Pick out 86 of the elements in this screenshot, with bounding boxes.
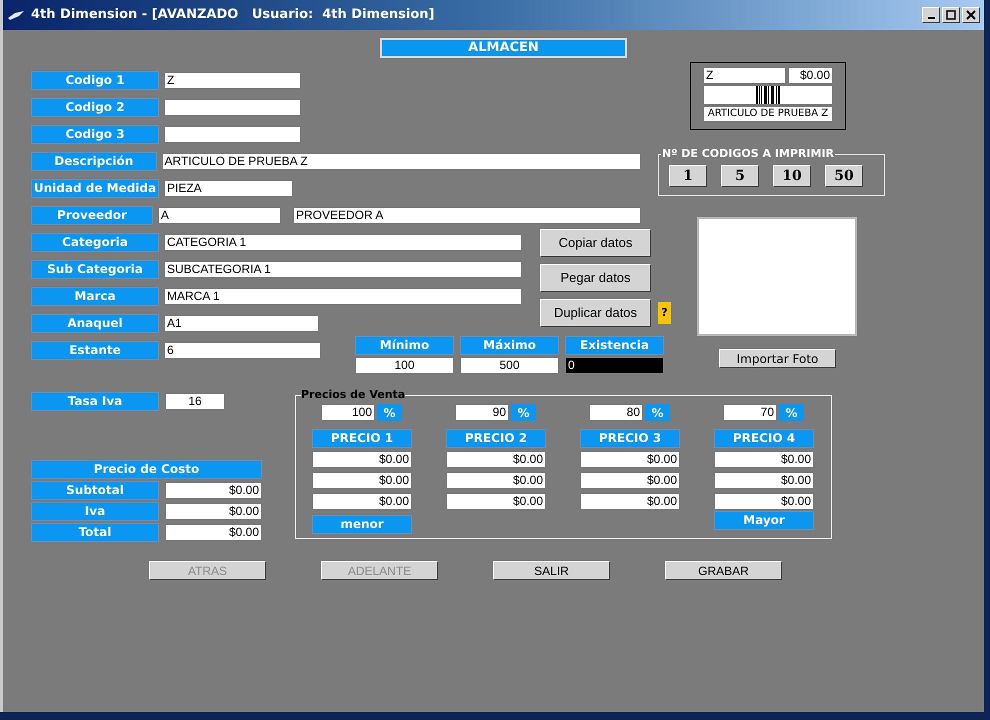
field-label: Unidad de Medida [32,180,158,197]
text-field[interactable]: 70 [724,404,776,420]
text-field[interactable]: $0.00 [447,452,545,466]
field-label: Sub Categoria [32,261,158,278]
text-field[interactable]: $0.00 [166,504,261,519]
print-count-button[interactable]: 50 [825,164,863,186]
field-label: PRECIO 3 [581,430,679,446]
text-field[interactable]: $0.00 [715,472,813,488]
field-label: Proveedor [32,207,152,224]
text-field[interactable]: 100 [356,358,453,373]
text-field[interactable]: $0.00 [788,68,832,83]
text-field[interactable]: $0.00 [313,494,411,508]
app-logo-icon [7,9,25,21]
field-label: Anaquel [32,315,158,332]
close-icon [966,10,976,20]
text-field[interactable]: 90 [456,404,508,420]
field-label: Mínimo [356,337,453,354]
field-label: Tasa Iva [32,393,158,410]
field-label: menor [313,516,411,532]
section-header: ALMACEN [380,38,627,58]
text-field[interactable]: SUBCATEGORIA 1 [165,262,521,277]
data-button[interactable]: Copiar datos [540,229,651,257]
barcode-icon [756,86,780,104]
nav-button[interactable]: SALIR [493,561,610,580]
text-field[interactable]: 500 [461,358,558,373]
field-label: PRECIO 2 [447,430,545,446]
text-field[interactable]: $0.00 [313,452,411,466]
text-field[interactable]: $0.00 [581,494,679,508]
text-field[interactable]: 100 [322,404,374,420]
text-field[interactable]: $0.00 [715,494,813,508]
text-field[interactable]: 80 [590,404,642,420]
text-field[interactable]: $0.00 [166,525,261,540]
text-field[interactable]: A [158,208,280,223]
print-count-button[interactable]: 10 [773,164,811,186]
window-title: 4th Dimension - [AVANZADO Usuario: 4th Dimension] [31,6,434,24]
text-field[interactable] [165,100,300,115]
text-field[interactable]: 6 [165,343,320,358]
text-field[interactable]: $0.00 [715,452,813,466]
text-field[interactable]: MARCA 1 [165,289,521,304]
data-button[interactable]: Pegar datos [540,264,651,292]
field-label: Total [32,524,158,541]
text-field[interactable]: $0.00 [447,494,545,508]
text-field[interactable]: 0 [566,358,663,373]
text-field[interactable]: $0.00 [447,472,545,488]
text-field[interactable]: PROVEEDOR A [294,208,640,223]
nav-button[interactable]: GRABAR [665,561,782,580]
print-count-button[interactable]: 1 [669,164,707,186]
group-title: Precios de Venta [301,387,406,403]
maximize-button[interactable] [942,7,960,23]
text-field[interactable]: Z [165,73,300,88]
text-field[interactable]: $0.00 [581,472,679,488]
text-field[interactable] [165,127,300,142]
text-field[interactable]: PIEZA [165,181,292,196]
text-field[interactable]: Z [704,68,785,83]
group-title: Nº DE CODIGOS A IMPRIMIR [661,146,836,162]
field-label: PRECIO 1 [313,430,411,446]
help-button[interactable]: ? [658,302,671,324]
field-label: Máximo [461,337,558,354]
text-field[interactable]: $0.00 [581,452,679,466]
field-label: Codigo 2 [32,99,158,116]
data-button[interactable]: Duplicar datos [540,299,651,327]
field-label: Codigo 3 [32,126,158,143]
text-field[interactable]: $0.00 [313,472,411,488]
close-button[interactable] [962,7,980,23]
field-label: Precio de Costo [32,461,261,478]
field-label: Descripción [32,153,156,170]
text-field[interactable]: 16 [166,394,224,409]
import-photo-button[interactable]: Importar Foto [719,348,836,368]
field-label: Marca [32,288,158,305]
field-label: Categoria [32,234,158,251]
field-label: Subtotal [32,482,158,499]
field-label: Estante [32,342,158,359]
text-field[interactable]: CATEGORIA 1 [165,235,521,250]
field-label: Iva [32,503,158,520]
field-label: Mayor [715,512,813,528]
maximize-icon [946,10,956,20]
minimize-icon [928,17,934,19]
text-field[interactable]: ARTICULO DE PRUEBA Z [162,154,640,169]
text-field[interactable]: $0.00 [166,483,261,498]
minimize-button[interactable] [922,7,940,23]
barcode-description: ARTICULO DE PRUEBA Z [704,107,832,121]
field-label: Existencia [566,337,663,354]
print-count-button[interactable]: 5 [721,164,759,186]
field-label: Codigo 1 [32,72,158,89]
field-label: PRECIO 4 [715,430,813,446]
text-field[interactable]: A1 [165,316,318,331]
